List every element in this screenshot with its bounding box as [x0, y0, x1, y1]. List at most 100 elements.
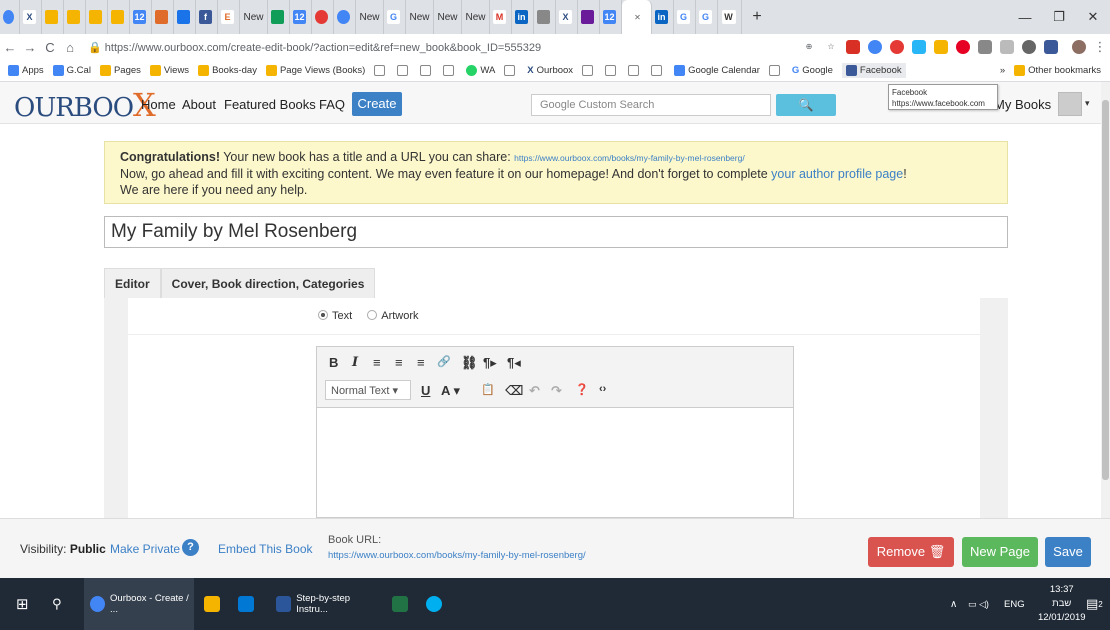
- ext-circle-icon[interactable]: [1022, 40, 1036, 54]
- taskbar-skype[interactable]: [426, 578, 447, 630]
- tab-calendar-1[interactable]: 12: [130, 0, 152, 34]
- tab-google-3[interactable]: G: [696, 0, 718, 34]
- tab-calendar-2[interactable]: 12: [290, 0, 312, 34]
- author-profile-link[interactable]: your author profile page: [771, 167, 903, 181]
- tab-red[interactable]: [152, 0, 174, 34]
- remove-button[interactable]: Remove 🗑: [868, 537, 954, 567]
- tab-calendar-3[interactable]: 12: [600, 0, 622, 34]
- new-tab-button[interactable]: +: [742, 0, 772, 34]
- rtl-icon[interactable]: ¶◂: [507, 355, 521, 371]
- tab-chrome[interactable]: [334, 0, 356, 34]
- ext-bulb-icon[interactable]: [978, 40, 992, 54]
- search-icon[interactable]: ⚲: [52, 578, 62, 630]
- redo-icon[interactable]: ↷: [551, 383, 562, 399]
- bookmark-doc-1[interactable]: [374, 65, 388, 76]
- tab-new-4[interactable]: New: [434, 0, 462, 34]
- eraser-icon[interactable]: ⌫: [505, 383, 523, 399]
- bookmark-google-calendar[interactable]: Google Calendar: [674, 65, 760, 76]
- new-page-button[interactable]: New Page: [962, 537, 1038, 567]
- ltr-icon[interactable]: ¶▸: [483, 355, 497, 371]
- bookmark-books-day[interactable]: Books-day: [198, 65, 257, 76]
- make-private-link[interactable]: Make Private: [110, 542, 180, 556]
- clock[interactable]: 13:37 שבת 12/01/2019: [1038, 578, 1086, 630]
- menu-kebab-icon[interactable]: ⋮: [1090, 39, 1110, 55]
- tab-favicon[interactable]: [0, 0, 20, 34]
- tab-new-1[interactable]: New: [240, 0, 268, 34]
- unlink-icon[interactable]: ⛓: [461, 355, 478, 371]
- search-input[interactable]: Google Custom Search: [531, 94, 771, 116]
- banner-book-url[interactable]: https://www.ourboox.com/books/my-family-…: [514, 153, 745, 163]
- text-editor-area[interactable]: [316, 408, 794, 518]
- back-icon[interactable]: ←: [0, 40, 20, 55]
- tab-cover-settings[interactable]: Cover, Book direction, Categories: [160, 268, 376, 298]
- bookmark-doc-2[interactable]: [397, 65, 411, 76]
- profile-avatar-icon[interactable]: [1072, 40, 1086, 54]
- bookmark-wa[interactable]: WA: [466, 65, 495, 76]
- radio-text[interactable]: Text: [318, 310, 352, 322]
- ext-grey-icon[interactable]: [1000, 40, 1014, 54]
- tab-google-1[interactable]: G: [384, 0, 406, 34]
- ext-doc-icon[interactable]: [1044, 40, 1058, 54]
- pinterest-icon[interactable]: [956, 40, 970, 54]
- language-indicator[interactable]: ENG: [1004, 578, 1025, 630]
- bookmark-pages[interactable]: Pages: [99, 65, 141, 76]
- ext-blue-icon[interactable]: [868, 40, 882, 54]
- star-icon[interactable]: ☆: [824, 40, 838, 54]
- window-close-icon[interactable]: ✕: [1076, 9, 1110, 25]
- tab-opera[interactable]: [312, 0, 334, 34]
- nav-home[interactable]: Home: [141, 97, 176, 112]
- scrollbar-thumb[interactable]: [1102, 100, 1109, 480]
- bookmark-doc-6[interactable]: [582, 65, 596, 76]
- nav-about[interactable]: About: [182, 97, 216, 112]
- tab-x-2[interactable]: X: [556, 0, 578, 34]
- text-color-button[interactable]: A ▾: [441, 383, 460, 399]
- bookmark-doc-5[interactable]: [504, 65, 518, 76]
- chevron-down-icon[interactable]: ▾: [1085, 98, 1090, 109]
- minimize-icon[interactable]: —: [1008, 10, 1042, 25]
- taskbar-explorer[interactable]: [204, 578, 225, 630]
- help-icon[interactable]: ❓: [575, 383, 589, 396]
- tab-new-3[interactable]: New: [406, 0, 434, 34]
- taskbar-word[interactable]: Step-by-step Instru...: [270, 578, 380, 630]
- tab-x[interactable]: X: [20, 0, 42, 34]
- tab-analytics-1[interactable]: [42, 0, 64, 34]
- notifications-icon[interactable]: ▤ 2: [1086, 578, 1103, 630]
- save-button[interactable]: Save: [1045, 537, 1091, 567]
- gmail-ext-icon[interactable]: [846, 40, 860, 54]
- create-button[interactable]: Create: [352, 92, 402, 116]
- zoom-icon[interactable]: ⊕: [802, 40, 816, 54]
- tab-analytics-3[interactable]: [86, 0, 108, 34]
- home-icon[interactable]: ⌂: [60, 40, 80, 55]
- ext-opera-icon[interactable]: [890, 40, 904, 54]
- taskbar-outlook[interactable]: [238, 578, 259, 630]
- book-title-input[interactable]: My Family by Mel Rosenberg: [104, 216, 1008, 248]
- maximize-icon[interactable]: ❐: [1042, 9, 1076, 25]
- link-icon[interactable]: 🔗: [437, 355, 451, 368]
- bookmarks-overflow[interactable]: »: [1000, 65, 1005, 76]
- search-button[interactable]: 🔍: [776, 94, 836, 116]
- nav-featured-books[interactable]: Featured Books: [224, 97, 316, 112]
- ext-cloud-icon[interactable]: [912, 40, 926, 54]
- source-code-icon[interactable]: ‹›: [599, 383, 606, 395]
- avatar[interactable]: [1058, 92, 1082, 116]
- reload-icon[interactable]: C: [40, 40, 60, 55]
- bookmark-doc-10[interactable]: [768, 65, 783, 76]
- undo-icon[interactable]: ↶: [529, 383, 540, 399]
- radio-artwork[interactable]: Artwork: [367, 310, 419, 322]
- tray-up-icon[interactable]: ∧: [950, 578, 957, 630]
- align-right-icon[interactable]: ≡: [417, 355, 425, 370]
- other-bookmarks[interactable]: Other bookmarks: [1014, 65, 1101, 76]
- bookmark-ourboox[interactable]: X Ourboox: [527, 65, 573, 76]
- bookmark-gcal[interactable]: G.Cal: [52, 65, 91, 76]
- taskbar-chrome[interactable]: Ourboox - Create / ...: [84, 578, 194, 630]
- bookmark-views[interactable]: Views: [149, 65, 189, 76]
- help-icon[interactable]: ?: [182, 539, 199, 556]
- tab-wikipedia[interactable]: W: [718, 0, 742, 34]
- forward-icon[interactable]: →: [20, 40, 40, 55]
- tab-linkedin-1[interactable]: in: [512, 0, 534, 34]
- book-url-link[interactable]: https://www.ourboox.com/books/my-family-…: [328, 550, 586, 561]
- tab-slides[interactable]: [534, 0, 556, 34]
- tab-new-5[interactable]: New: [462, 0, 490, 34]
- my-books-link[interactable]: My Books: [994, 97, 1051, 112]
- tab-e[interactable]: E: [218, 0, 240, 34]
